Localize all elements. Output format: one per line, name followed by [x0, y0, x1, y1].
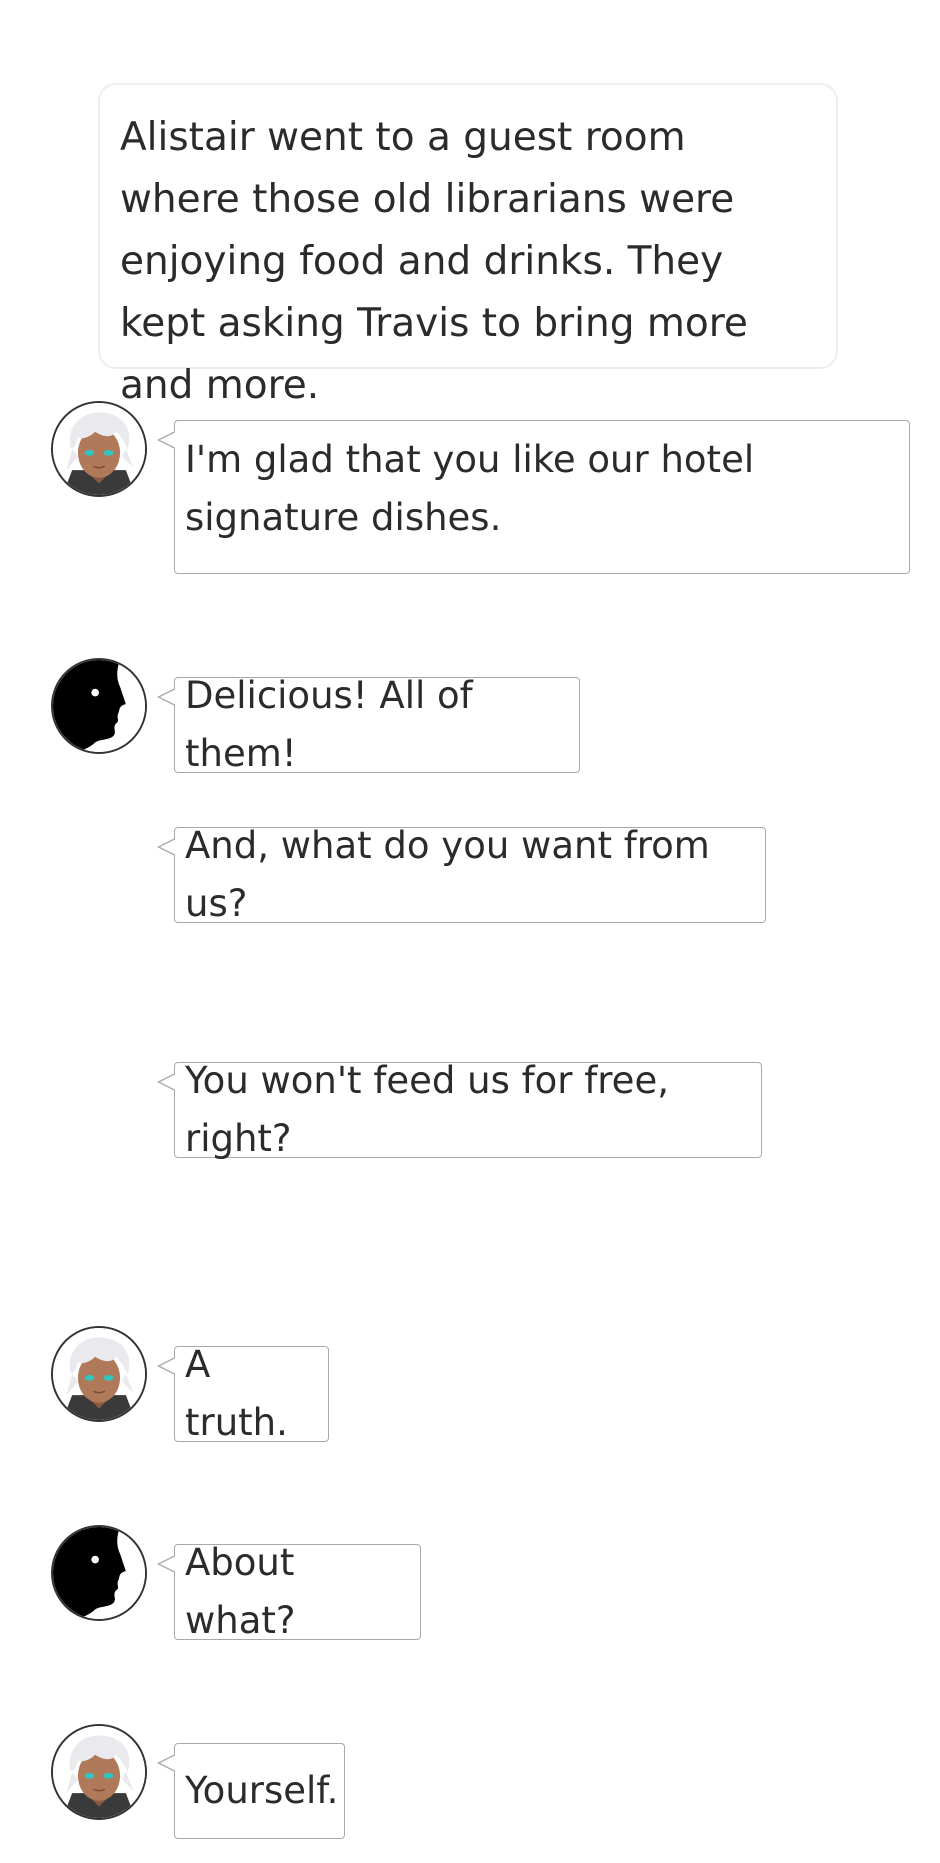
silhouette-avatar-icon	[51, 658, 147, 754]
message-bubble: A truth.	[157, 1343, 329, 1444]
message-text: I'm glad that you like our hotel signatu…	[185, 438, 755, 539]
message-bubble: I'm glad that you like our hotel signatu…	[157, 420, 910, 574]
message-bubble: Delicious! All of them!	[157, 674, 580, 775]
silhouette-avatar-icon	[51, 1525, 147, 1621]
message-text: Delicious! All of them!	[185, 674, 473, 775]
message-bubble: About what?	[157, 1541, 421, 1642]
narration-box: Alistair went to a guest room where thos…	[98, 83, 838, 408]
alistair-avatar-icon	[51, 401, 147, 497]
message-text: About what?	[185, 1541, 296, 1642]
message-bubble: You won't feed us for free, right?	[157, 1059, 762, 1160]
message-bubble: And, what do you want from us?	[157, 824, 766, 925]
alistair-avatar-icon	[51, 1724, 147, 1820]
message-text: A truth.	[185, 1343, 288, 1444]
message-text: And, what do you want from us?	[185, 824, 710, 925]
message-text: Yourself.	[185, 1769, 339, 1812]
message-text: You won't feed us for free, right?	[185, 1059, 669, 1160]
alistair-avatar-icon	[51, 1326, 147, 1422]
message-bubble: Yourself.	[157, 1743, 345, 1839]
narration-text: Alistair went to a guest room where thos…	[120, 115, 748, 408]
